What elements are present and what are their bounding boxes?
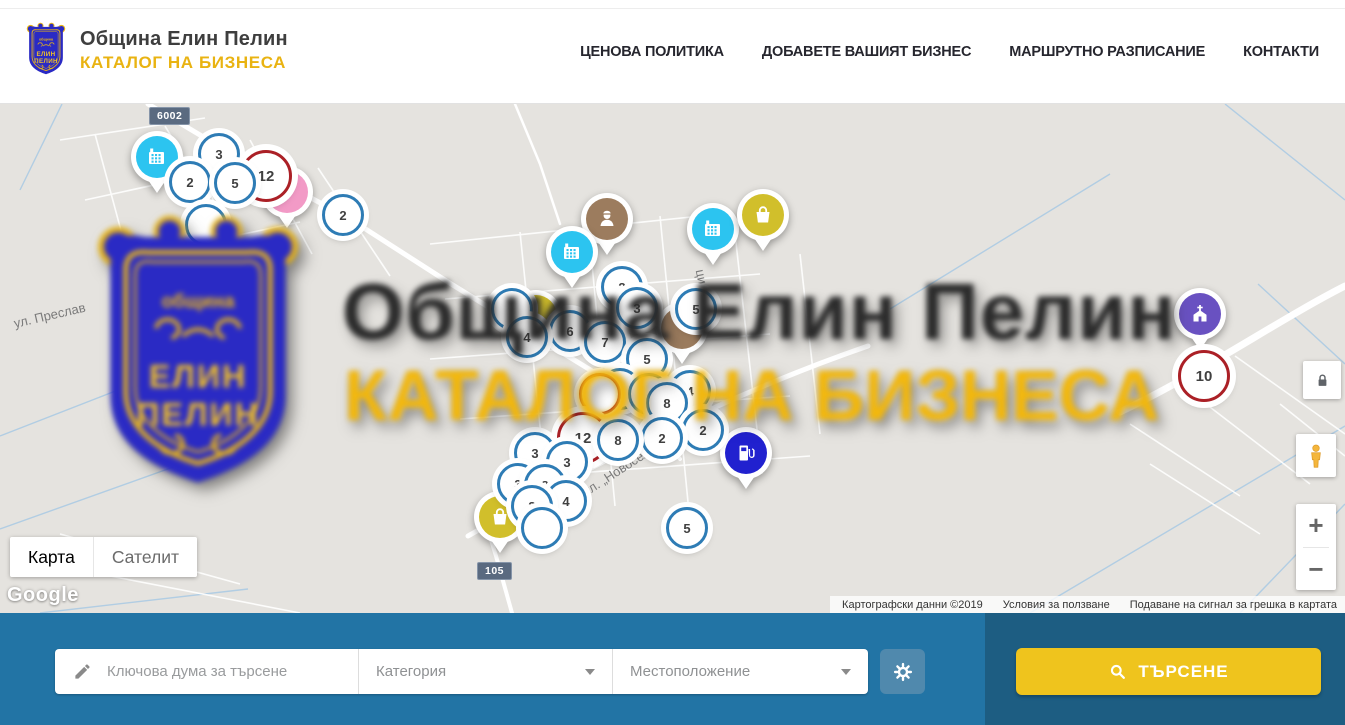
worker-icon [595, 207, 619, 231]
site-logo[interactable]: община ЕЛИН ПЕЛИН Община Елин Пелин КАТА… [24, 21, 288, 79]
church-pin[interactable] [1174, 288, 1226, 354]
terms-link[interactable]: Условия за ползване [1003, 599, 1110, 611]
factory-icon [701, 217, 725, 241]
lock-button[interactable] [1303, 361, 1341, 399]
zoom-control: + − [1296, 504, 1336, 590]
road-badge: 6002 [149, 107, 190, 125]
municipality-crest-icon: община ЕЛИН ПЕЛИН [24, 21, 68, 79]
bag-pin[interactable] [737, 189, 789, 255]
factory-pin[interactable] [687, 203, 739, 269]
map-type-control: Карта Сателит [10, 537, 197, 577]
factory-pin[interactable] [546, 226, 598, 292]
cluster-marker[interactable] [185, 204, 227, 246]
pegman-icon [1303, 441, 1329, 471]
cluster-marker[interactable]: 3 [616, 287, 658, 329]
cluster-marker[interactable]: 5 [675, 288, 717, 330]
fuel-pin[interactable] [720, 427, 772, 493]
keyword-input[interactable] [105, 662, 339, 681]
svg-text:ПЕЛИН: ПЕЛИН [34, 58, 58, 65]
search-button-label: ТЪРСЕНЕ [1138, 662, 1228, 682]
zoom-in-button[interactable]: + [1296, 504, 1336, 547]
cluster-marker[interactable]: 8 [597, 419, 639, 461]
google-logo[interactable]: Google [7, 584, 79, 607]
factory-icon [560, 240, 584, 264]
zoom-out-button[interactable]: − [1296, 548, 1336, 591]
attribution-text: Картографски данни ©2019 [842, 599, 983, 611]
cluster-marker[interactable] [579, 373, 621, 415]
cluster-marker[interactable]: 10 [1178, 350, 1230, 402]
report-map-error-link[interactable]: Подаване на сигнал за грешка в картата [1130, 599, 1337, 611]
search-button[interactable]: ТЪРСЕНЕ [1016, 648, 1321, 695]
main-nav: ЦЕНОВА ПОЛИТИКА ДОБАВЕТЕ ВАШИЯТ БИЗНЕС М… [580, 0, 1319, 103]
satellite-view-button[interactable]: Сателит [93, 537, 197, 577]
location-select[interactable]: Местоположение [612, 649, 868, 694]
chevron-down-icon [585, 669, 595, 675]
lock-icon [1314, 372, 1331, 389]
cluster-marker[interactable]: 2 [641, 417, 683, 459]
category-select[interactable]: Категория [358, 649, 612, 694]
cluster-marker[interactable] [521, 507, 563, 549]
site-subtitle: КАТАЛОГ НА БИЗНЕСА [80, 53, 288, 73]
svg-text:ЕЛИН: ЕЛИН [37, 51, 56, 58]
bag-icon [488, 505, 512, 529]
church-icon [1188, 302, 1212, 326]
factory-icon [145, 145, 169, 169]
cluster-marker[interactable]: 7 [584, 321, 626, 363]
map-view-button[interactable]: Карта [10, 537, 93, 577]
settings-button[interactable] [880, 649, 925, 694]
cluster-marker[interactable]: 5 [214, 162, 256, 204]
chevron-down-icon [841, 669, 851, 675]
nav-pricing-policy[interactable]: ЦЕНОВА ПОЛИТИКА [580, 44, 724, 60]
cluster-marker[interactable]: 5 [666, 507, 708, 549]
bag-icon [751, 203, 775, 227]
pencil-icon [73, 662, 92, 681]
cluster-marker[interactable]: 2 [322, 194, 364, 236]
location-label: Местоположение [630, 663, 750, 680]
cluster-marker[interactable]: 4 [506, 316, 548, 358]
cluster-marker[interactable]: 2 [682, 409, 724, 451]
pegman-button[interactable] [1296, 434, 1336, 477]
category-label: Категория [376, 663, 446, 680]
svg-text:община: община [39, 37, 54, 41]
header: община ЕЛИН ПЕЛИН Община Елин Пелин КАТА… [0, 0, 1345, 104]
nav-add-your-business[interactable]: ДОБАВЕТЕ ВАШИЯТ БИЗНЕС [762, 44, 971, 60]
search-icon [1108, 662, 1127, 681]
cluster-marker[interactable]: 2 [169, 161, 211, 203]
map-attribution: Картографски данни ©2019 Условия за полз… [830, 596, 1345, 613]
map-canvas[interactable]: 6002105ул. Преславбул. „Новоселция 31225… [0, 104, 1345, 613]
nav-route-schedule[interactable]: МАРШРУТНО РАЗПИСАНИЕ [1009, 44, 1205, 60]
search-input-group: Категория Местоположение [55, 649, 868, 694]
site-title: Община Елин Пелин [80, 28, 288, 51]
search-section: Категория Местоположение ТЪРСЕНЕ [0, 613, 1345, 725]
keyword-field [55, 649, 358, 694]
gear-icon [892, 661, 914, 683]
fuel-icon [734, 441, 758, 465]
nav-contacts[interactable]: КОНТАКТИ [1243, 44, 1319, 60]
road-badge: 105 [477, 562, 512, 580]
